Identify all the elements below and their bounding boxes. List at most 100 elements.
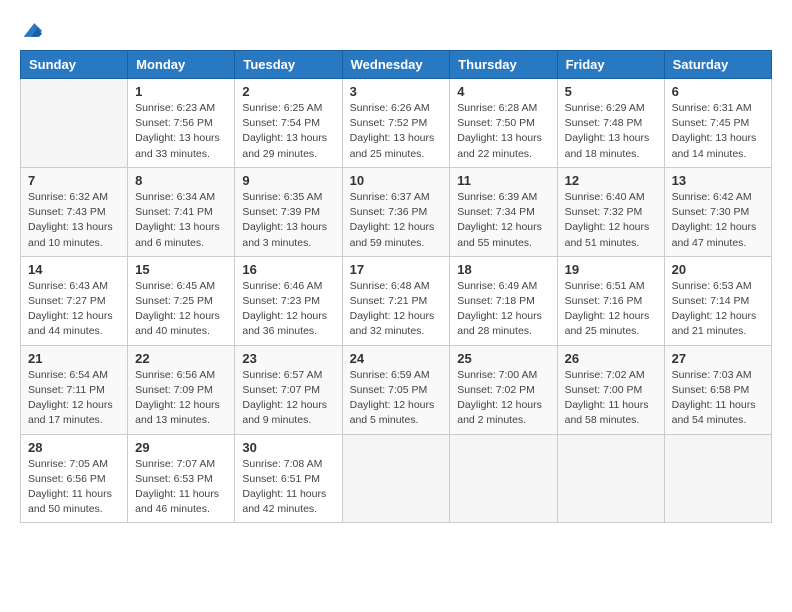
calendar-header-thursday: Thursday [450,51,557,79]
calendar-cell: 7 Sunrise: 6:32 AMSunset: 7:43 PMDaylight… [21,167,128,256]
calendar-cell: 29Sunrise: 7:07 AMSunset: 6:53 PMDayligh… [128,434,235,523]
calendar-cell: 20 Sunrise: 6:53 AMSunset: 7:14 PMDayligh… [664,256,771,345]
day-info: Sunrise: 6:25 AMSunset: 7:54 PMDaylight:… [242,101,334,162]
day-info: Sunrise: 6:32 AMSunset: 7:43 PMDaylight:… [28,190,120,251]
calendar-week-1: 1 Sunrise: 6:23 AMSunset: 7:56 PMDaylight… [21,79,772,168]
date-number: 4 [457,84,549,99]
calendar-cell: 26 Sunrise: 7:02 AMSunset: 7:00 PMDayligh… [557,345,664,434]
calendar-cell: 24Sunrise: 6:59 AMSunset: 7:05 PMDayligh… [342,345,450,434]
day-info: Sunrise: 6:26 AMSunset: 7:52 PMDaylight:… [350,101,443,162]
date-number: 14 [28,262,120,277]
calendar-cell [21,79,128,168]
date-number: 15 [135,262,227,277]
day-info: Sunrise: 7:08 AMSunset: 6:51 PMDaylight:… [242,457,334,518]
date-number: 24 [350,351,443,366]
date-number: 28 [28,440,120,455]
day-info: Sunrise: 6:28 AMSunset: 7:50 PMDaylight:… [457,101,549,162]
date-number: 19 [565,262,657,277]
calendar-cell: 2 Sunrise: 6:25 AMSunset: 7:54 PMDaylight… [235,79,342,168]
day-info: Sunrise: 6:35 AMSunset: 7:39 PMDaylight:… [242,190,334,251]
date-number: 26 [565,351,657,366]
calendar-cell: 16 Sunrise: 6:46 AMSunset: 7:23 PMDayligh… [235,256,342,345]
calendar-cell: 30 Sunrise: 7:08 AMSunset: 6:51 PMDayligh… [235,434,342,523]
date-number: 12 [565,173,657,188]
calendar-cell: 15 Sunrise: 6:45 AMSunset: 7:25 PMDayligh… [128,256,235,345]
date-number: 16 [242,262,334,277]
calendar-cell [557,434,664,523]
calendar-week-3: 14 Sunrise: 6:43 AMSunset: 7:27 PMDayligh… [21,256,772,345]
calendar-cell [664,434,771,523]
calendar-cell: 28 Sunrise: 7:05 AMSunset: 6:56 PMDayligh… [21,434,128,523]
day-info: Sunrise: 7:07 AMSunset: 6:53 PMDaylight:… [135,457,227,518]
day-info: Sunrise: 6:48 AMSunset: 7:21 PMDaylight:… [350,279,443,340]
calendar-header-sunday: Sunday [21,51,128,79]
calendar-cell: 27 Sunrise: 7:03 AMSunset: 6:58 PMDayligh… [664,345,771,434]
calendar-cell: 21 Sunrise: 6:54 AMSunset: 7:11 PMDayligh… [21,345,128,434]
day-info: Sunrise: 6:42 AMSunset: 7:30 PMDaylight:… [672,190,764,251]
calendar-cell [342,434,450,523]
date-number: 6 [672,84,764,99]
calendar-cell: 23 Sunrise: 6:57 AMSunset: 7:07 PMDayligh… [235,345,342,434]
date-number: 20 [672,262,764,277]
day-info: Sunrise: 6:23 AMSunset: 7:56 PMDaylight:… [135,101,227,162]
date-number: 7 [28,173,120,188]
day-info: Sunrise: 7:05 AMSunset: 6:56 PMDaylight:… [28,457,120,518]
date-number: 11 [457,173,549,188]
calendar-header-wednesday: Wednesday [342,51,450,79]
calendar-cell: 6 Sunrise: 6:31 AMSunset: 7:45 PMDaylight… [664,79,771,168]
date-number: 8 [135,173,227,188]
date-number: 1 [135,84,227,99]
calendar-header-tuesday: Tuesday [235,51,342,79]
calendar-cell: 19Sunrise: 6:51 AMSunset: 7:16 PMDayligh… [557,256,664,345]
day-info: Sunrise: 6:49 AMSunset: 7:18 PMDaylight:… [457,279,549,340]
day-info: Sunrise: 6:37 AMSunset: 7:36 PMDaylight:… [350,190,443,251]
date-number: 30 [242,440,334,455]
calendar-cell: 12 Sunrise: 6:40 AMSunset: 7:32 PMDayligh… [557,167,664,256]
date-number: 2 [242,84,334,99]
calendar-header-monday: Monday [128,51,235,79]
day-info: Sunrise: 6:54 AMSunset: 7:11 PMDaylight:… [28,368,120,429]
date-number: 3 [350,84,443,99]
day-info: Sunrise: 6:46 AMSunset: 7:23 PMDaylight:… [242,279,334,340]
calendar-header-saturday: Saturday [664,51,771,79]
date-number: 18 [457,262,549,277]
day-info: Sunrise: 6:34 AMSunset: 7:41 PMDaylight:… [135,190,227,251]
calendar-header-row: SundayMondayTuesdayWednesdayThursdayFrid… [21,51,772,79]
day-info: Sunrise: 6:40 AMSunset: 7:32 PMDaylight:… [565,190,657,251]
date-number: 23 [242,351,334,366]
calendar-table: SundayMondayTuesdayWednesdayThursdayFrid… [20,50,772,523]
date-number: 22 [135,351,227,366]
calendar-cell: 9 Sunrise: 6:35 AMSunset: 7:39 PMDaylight… [235,167,342,256]
calendar-cell [450,434,557,523]
calendar-cell: 22Sunrise: 6:56 AMSunset: 7:09 PMDayligh… [128,345,235,434]
logo [20,20,48,40]
calendar-cell: 10 Sunrise: 6:37 AMSunset: 7:36 PMDayligh… [342,167,450,256]
day-info: Sunrise: 6:29 AMSunset: 7:48 PMDaylight:… [565,101,657,162]
date-number: 5 [565,84,657,99]
day-info: Sunrise: 7:02 AMSunset: 7:00 PMDaylight:… [565,368,657,429]
date-number: 17 [350,262,443,277]
date-number: 25 [457,351,549,366]
day-info: Sunrise: 7:00 AMSunset: 7:02 PMDaylight:… [457,368,549,429]
date-number: 9 [242,173,334,188]
day-info: Sunrise: 6:43 AMSunset: 7:27 PMDaylight:… [28,279,120,340]
calendar-cell: 8 Sunrise: 6:34 AMSunset: 7:41 PMDaylight… [128,167,235,256]
day-info: Sunrise: 6:39 AMSunset: 7:34 PMDaylight:… [457,190,549,251]
calendar-cell: 25 Sunrise: 7:00 AMSunset: 7:02 PMDayligh… [450,345,557,434]
calendar-week-2: 7 Sunrise: 6:32 AMSunset: 7:43 PMDaylight… [21,167,772,256]
date-number: 27 [672,351,764,366]
day-info: Sunrise: 6:57 AMSunset: 7:07 PMDaylight:… [242,368,334,429]
calendar-cell: 18 Sunrise: 6:49 AMSunset: 7:18 PMDayligh… [450,256,557,345]
date-number: 21 [28,351,120,366]
calendar-cell: 3 Sunrise: 6:26 AMSunset: 7:52 PMDaylight… [342,79,450,168]
logo-icon [20,20,44,40]
date-number: 10 [350,173,443,188]
calendar-week-5: 28 Sunrise: 7:05 AMSunset: 6:56 PMDayligh… [21,434,772,523]
day-info: Sunrise: 6:45 AMSunset: 7:25 PMDaylight:… [135,279,227,340]
day-info: Sunrise: 7:03 AMSunset: 6:58 PMDaylight:… [672,368,764,429]
calendar-cell: 5 Sunrise: 6:29 AMSunset: 7:48 PMDaylight… [557,79,664,168]
day-info: Sunrise: 6:31 AMSunset: 7:45 PMDaylight:… [672,101,764,162]
calendar-header-friday: Friday [557,51,664,79]
day-info: Sunrise: 6:53 AMSunset: 7:14 PMDaylight:… [672,279,764,340]
date-number: 13 [672,173,764,188]
